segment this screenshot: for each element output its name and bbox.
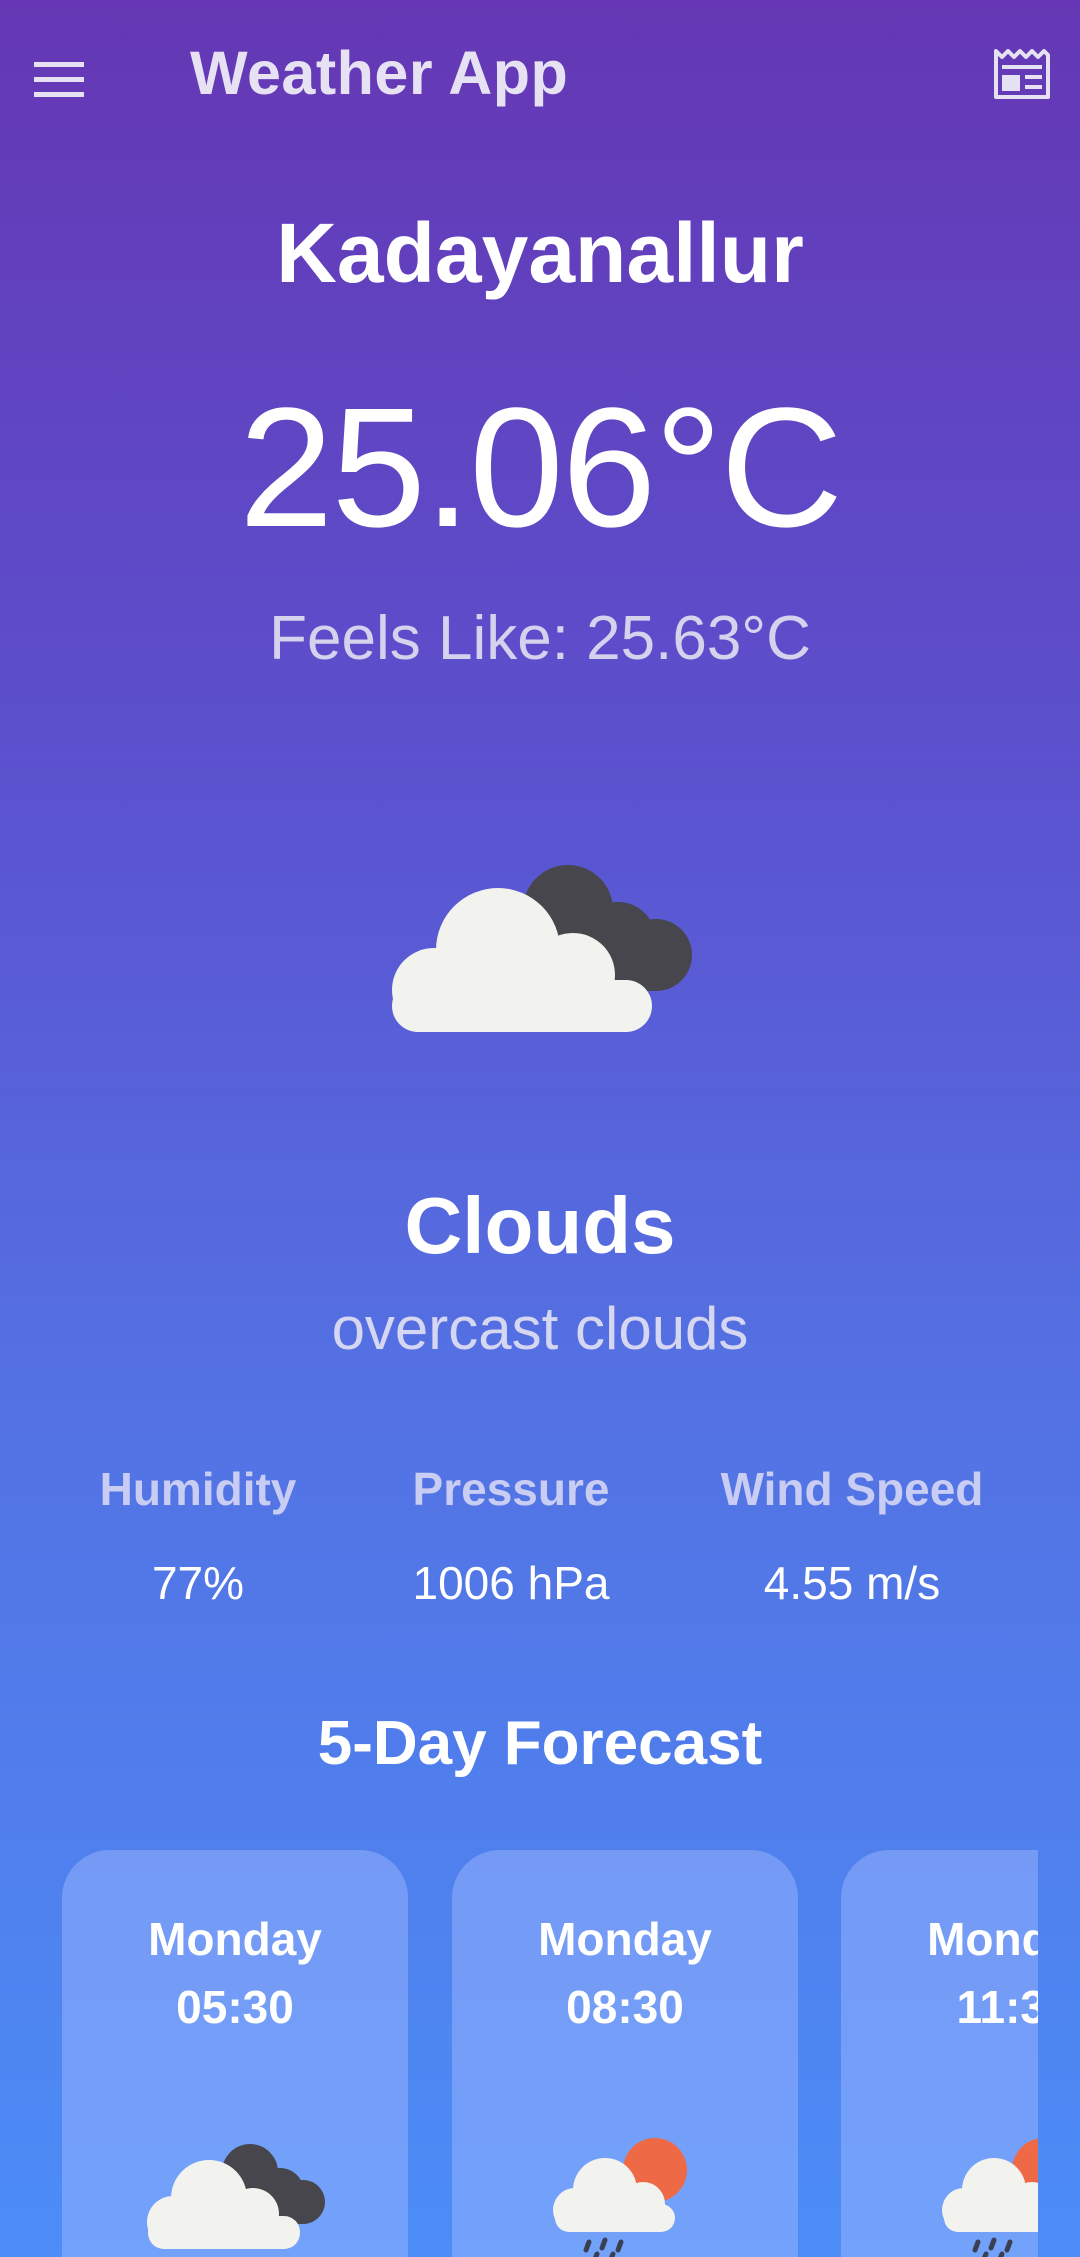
forecast-day: Monday bbox=[538, 1913, 712, 1965]
feels-like-temperature: Feels Like: 25.63°C bbox=[269, 604, 811, 673]
forecast-time: 08:30 bbox=[566, 1981, 684, 2033]
hamburger-menu-icon bbox=[34, 62, 84, 97]
weather-condition: Clouds bbox=[404, 1181, 676, 1270]
wind-speed-value: 4.55 m/s bbox=[763, 1557, 941, 1609]
humidity-value: 77% bbox=[151, 1557, 245, 1609]
pressure-value: 1006 hPa bbox=[412, 1557, 610, 1609]
news-button[interactable] bbox=[986, 44, 1058, 104]
pressure-stat: Pressure 1006 hPa bbox=[391, 1462, 631, 1610]
forecast-title: 5-Day Forecast bbox=[317, 1709, 763, 1778]
overcast-clouds-icon bbox=[147, 2144, 325, 2249]
city-name: Kadayanallur bbox=[276, 206, 804, 300]
menu-button[interactable] bbox=[34, 44, 114, 116]
forecast-day: Monday bbox=[148, 1913, 322, 1965]
app-title: Weather App bbox=[190, 39, 569, 107]
forecast-card[interactable]: Monday 11:30 bbox=[841, 1850, 1038, 2257]
forecast-card[interactable]: Monday 08:30 bbox=[452, 1850, 798, 2257]
forecast-time: 11:30 bbox=[956, 1981, 1038, 2033]
forecast-carousel[interactable]: Monday 05:30 Monday 08:30 Mond 11:3 bbox=[0, 1850, 1038, 2257]
weather-description: overcast clouds bbox=[331, 1295, 749, 1362]
pressure-label: Pressure bbox=[412, 1463, 610, 1515]
forecast-time: 05:30 bbox=[176, 1981, 294, 2033]
sun-cloud-rain-icon bbox=[942, 2138, 1038, 2257]
newspaper-icon bbox=[994, 49, 1050, 99]
current-temperature: 25.06°C bbox=[238, 373, 843, 563]
wind-speed-label: Wind Speed bbox=[720, 1463, 984, 1515]
forecast-day: Monday bbox=[927, 1913, 1038, 1965]
overcast-clouds-icon bbox=[392, 865, 692, 1032]
forecast-card[interactable]: Monday 05:30 bbox=[62, 1850, 408, 2257]
sun-cloud-rain-icon bbox=[553, 2138, 687, 2257]
wind-speed-stat: Wind Speed 4.55 m/s bbox=[702, 1462, 1002, 1610]
humidity-stat: Humidity 77% bbox=[78, 1462, 318, 1610]
app-bar: Weather App bbox=[0, 0, 1080, 156]
humidity-label: Humidity bbox=[99, 1463, 297, 1515]
